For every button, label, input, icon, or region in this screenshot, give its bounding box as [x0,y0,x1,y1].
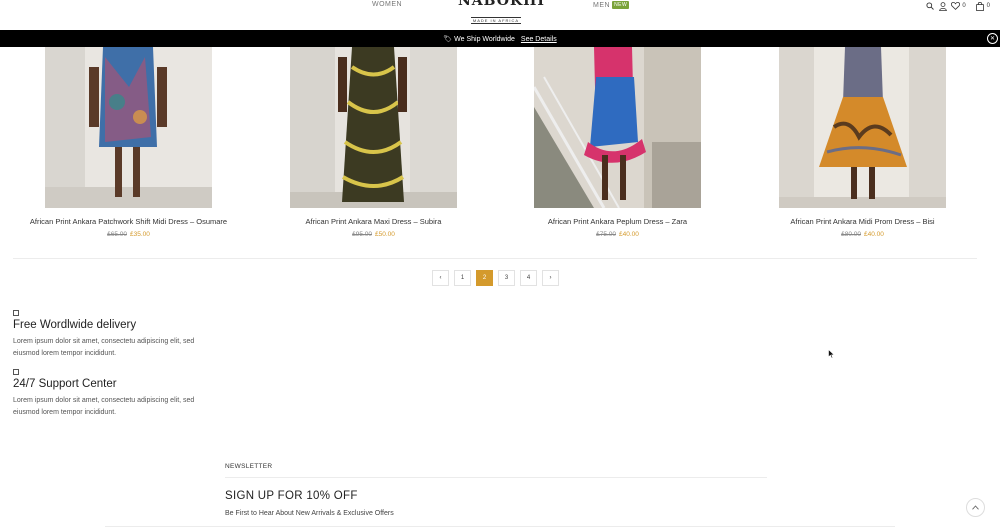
newsletter-title: SIGN UP FOR 10% OFF [225,490,358,502]
sale-price: £35.00 [130,231,150,238]
mouse-cursor-icon [828,346,835,364]
product-image[interactable] [45,47,212,208]
newsletter-label: NEWSLETTER [225,463,273,470]
see-details-link[interactable]: See Details [521,36,557,43]
page-button-2-current[interactable]: 2 [476,270,493,286]
site-header: WOMEN NABOKHI MADE IN AFRICA MEN NEW 0 0 [0,0,1000,30]
product-name[interactable]: African Print Ankara Patchwork Shift Mid… [6,217,251,226]
feature-title: 24/7 Support Center [13,378,117,390]
feature-text: Lorem ipsum dolor sit amet, consectetu a… [13,338,195,357]
sale-price: £50.00 [375,231,395,238]
newsletter-subtitle: Be First to Hear About New Arrivals & Ex… [225,510,394,517]
old-price: £75.00 [596,231,616,238]
nav-men-label: MEN [593,2,611,9]
newsletter-divider [225,477,767,478]
bag-icon[interactable] [976,1,985,11]
chevron-up-icon [972,505,979,510]
product-card[interactable]: African Print Ankara Midi Prom Dress – B… [740,47,985,238]
wishlist-count: 0 [962,3,966,9]
logo-wordmark: NABOKHI [458,0,545,9]
page-button-3[interactable]: 3 [498,270,515,286]
search-icon[interactable] [925,2,934,11]
close-icon[interactable]: ✕ [987,33,998,44]
sale-price: £40.00 [619,231,639,238]
product-card[interactable]: African Print Ankara Patchwork Shift Mid… [6,47,251,238]
shipping-message: 🏷 We Ship Worldwide See Details [0,35,1000,43]
feature-text: Lorem ipsum dolor sit amet, consectetu a… [13,397,195,416]
product-card[interactable]: African Print Ankara Maxi Dress – Subira… [251,47,496,238]
nav-men-link[interactable]: MEN NEW [593,1,630,9]
header-icons: 0 0 [925,1,996,11]
shipping-text: 🏷 We Ship Worldwide [443,36,515,43]
product-image[interactable] [534,47,701,208]
shipping-announcement-bar: 🏷 We Ship Worldwide See Details ✕ [0,30,1000,47]
product-price: £80.00 £40.00 [740,231,985,238]
old-price: £80.00 [841,231,861,238]
product-name[interactable]: African Print Ankara Peplum Dress – Zara [495,217,740,226]
product-card[interactable]: African Print Ankara Peplum Dress – Zara… [495,47,740,238]
page-button-4[interactable]: 4 [520,270,537,286]
product-image[interactable] [779,47,946,208]
next-page-button[interactable]: › [542,270,559,286]
nav-women-link[interactable]: WOMEN [372,1,402,8]
page-button-1[interactable]: 1 [454,270,471,286]
product-price: £95.00 £50.00 [251,231,496,238]
feature-support: 24/7 Support Center Lorem ipsum dolor si… [13,369,213,419]
old-price: £95.00 [352,231,372,238]
logo-tagline: MADE IN AFRICA [470,17,522,24]
old-price: £65.00 [107,231,127,238]
pagination: ‹ 1 2 3 4 › [432,270,559,286]
feature-delivery: Free Wordlwide delivery Lorem ipsum dolo… [13,310,213,360]
section-divider [13,258,977,259]
user-icon[interactable] [938,1,947,11]
product-image[interactable] [290,47,457,208]
support-icon [13,369,19,375]
cart-count: 0 [986,3,990,9]
sale-price: £40.00 [864,231,884,238]
footer-divider [105,526,895,527]
product-name[interactable]: African Print Ankara Maxi Dress – Subira [251,217,496,226]
product-price: £65.00 £35.00 [6,231,251,238]
new-badge: NEW [612,1,630,9]
scroll-to-top-button[interactable] [966,498,985,517]
prev-page-button[interactable]: ‹ [432,270,449,286]
product-price: £75.00 £40.00 [495,231,740,238]
site-logo[interactable]: NABOKHI MADE IN AFRICA [458,0,545,27]
feature-title: Free Wordlwide delivery [13,319,137,331]
heart-icon[interactable] [951,2,961,11]
product-name[interactable]: African Print Ankara Midi Prom Dress – B… [740,217,985,226]
delivery-icon [13,310,19,316]
